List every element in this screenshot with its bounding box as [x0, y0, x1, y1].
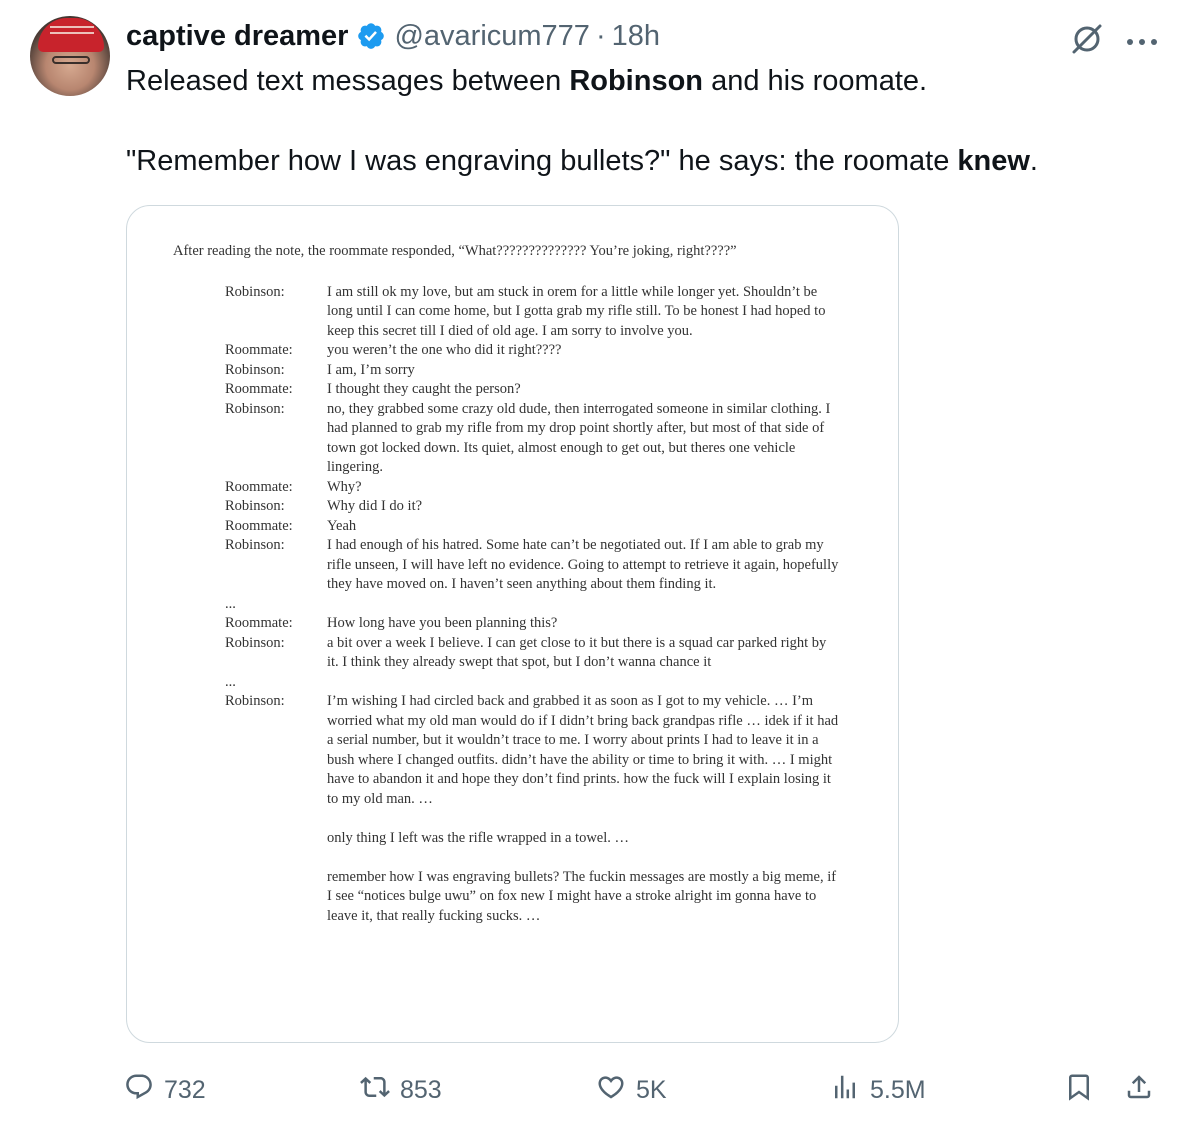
more-options-icon[interactable]: [1124, 34, 1160, 45]
message-text: no, they grabbed some crazy old dude, th…: [327, 400, 831, 476]
message-row: Roommate: How long have you been planning…: [173, 614, 863, 634]
like-button[interactable]: 5K: [596, 1066, 667, 1114]
message-row: Robinson: Why did I do it?: [173, 497, 863, 517]
tweet-text: Released text messages between Robinson …: [126, 64, 1166, 179]
message-text: I am, I’m sorry: [327, 361, 415, 378]
message-row: Robinson: I am still ok my love, but am s…: [173, 283, 863, 342]
message-text: How long have you been planning this?: [327, 615, 558, 631]
tweet-text-segment: .: [1029, 145, 1038, 177]
message-text: Yeah: [327, 517, 357, 534]
attached-document-image[interactable]: After reading the note, the roommate res…: [126, 205, 899, 1043]
message-speaker: Robinson:: [225, 537, 285, 553]
share-icon: [1124, 1072, 1154, 1109]
views-count: 5.5M: [870, 1075, 926, 1104]
tweet-text-line-2: "Remember how I was engraving bullets?" …: [126, 144, 1166, 179]
message-speaker: Robinson:: [225, 634, 285, 651]
reply-button[interactable]: 732: [124, 1066, 206, 1114]
message-text: Why?: [327, 478, 362, 495]
message-speaker: Roommate:: [225, 342, 293, 358]
bold-text: Robinson: [569, 65, 704, 97]
bookmark-icon: [1064, 1072, 1094, 1109]
message-text: I’m wishing I had circled back and grabb…: [327, 693, 839, 807]
tweet-text-segment: and his roomate.: [703, 65, 928, 97]
repost-button[interactable]: 853: [360, 1066, 442, 1114]
avatar-hat: [38, 18, 104, 52]
message-text: a bit over a week I believe. I can get c…: [327, 634, 827, 671]
message-text: I had enough of his hatred. Some hate ca…: [327, 537, 839, 592]
message-speaker: [173, 829, 327, 849]
message-speaker: Robinson:: [225, 400, 285, 417]
author-avatar[interactable]: [30, 16, 110, 96]
message-list: Robinson: I am still ok my love, but am s…: [173, 283, 863, 927]
avatar-hat-lettering: [50, 26, 94, 34]
grok-icon[interactable]: [1070, 22, 1104, 56]
message-text: I thought they caught the person?: [327, 381, 521, 397]
message-speaker: Roommate:: [225, 517, 293, 534]
views-button[interactable]: 5.5M: [830, 1066, 926, 1114]
message-speaker: Roommate:: [225, 381, 293, 397]
avatar-glasses: [52, 56, 90, 64]
separator-dot: ·: [595, 19, 606, 52]
message-speaker: [173, 868, 327, 927]
tweet-header: captive dreamer @avaricum777 · 18h: [126, 18, 660, 54]
message-text: you weren’t the one who did it right????: [327, 342, 562, 358]
reply-icon: [124, 1072, 154, 1109]
message-speaker: Roommate:: [225, 615, 293, 631]
message-ellipsis: ...: [225, 673, 236, 690]
message-row: Robinson: a bit over a week I believe. I …: [173, 634, 863, 673]
message-row: Roommate: Yeah: [173, 517, 863, 537]
message-text: only thing I left was the rifle wrapped …: [327, 829, 630, 846]
author-handle[interactable]: @avaricum777: [394, 20, 589, 53]
message-row: Robinson: I am, I’m sorry: [173, 361, 863, 381]
action-bar: 732 853 5K 5.5M: [124, 1066, 1164, 1114]
message-speaker: Robinson:: [225, 498, 285, 514]
repost-count: 853: [400, 1075, 442, 1104]
message-row: remember how I was engraving bullets? Th…: [173, 868, 863, 927]
message-speaker: Robinson:: [225, 361, 285, 378]
message-row: Roommate: Why?: [173, 478, 863, 498]
message-row: Roommate: I thought they caught the perso…: [173, 380, 863, 400]
message-text: remember how I was engraving bullets? Th…: [327, 868, 837, 924]
tweet-text-line-1: Released text messages between Robinson …: [126, 64, 1166, 99]
message-speaker: Robinson:: [225, 693, 285, 709]
bookmark-button[interactable]: [1064, 1066, 1094, 1114]
message-speaker: Robinson:: [225, 283, 285, 300]
tweet-timestamp[interactable]: 18h: [612, 20, 660, 53]
message-speaker: Roommate:: [225, 478, 293, 495]
message-ellipsis: ...: [225, 595, 236, 612]
verified-badge-icon[interactable]: [356, 21, 386, 51]
document-intro: After reading the note, the roommate res…: [173, 243, 737, 259]
tweet: captive dreamer @avaricum777 · 18h Relea…: [0, 0, 1196, 1134]
tweet-text-segment: "Remember how I was engraving bullets?" …: [126, 145, 958, 177]
like-count: 5K: [636, 1075, 667, 1104]
message-text: I am still ok my love, but am stuck in o…: [327, 283, 826, 339]
message-text: Why did I do it?: [327, 498, 423, 514]
tweet-text-segment: Released text messages between: [126, 65, 570, 97]
message-row: only thing I left was the rifle wrapped …: [173, 829, 863, 849]
reply-count: 732: [164, 1075, 206, 1104]
message-row: Robinson: I had enough of his hatred. Som…: [173, 536, 863, 595]
document-transcript: After reading the note, the roommate res…: [173, 242, 863, 926]
author-display-name[interactable]: captive dreamer: [126, 20, 348, 53]
message-row: Robinson: no, they grabbed some crazy old…: [173, 400, 863, 478]
message-row: Robinson: I’m wishing I had circled back …: [173, 692, 863, 809]
heart-icon: [596, 1072, 626, 1109]
message-row: Roommate: you weren’t the one who did it …: [173, 341, 863, 361]
views-chart-icon: [830, 1072, 860, 1109]
share-button[interactable]: [1124, 1066, 1154, 1114]
bold-text: knew: [957, 145, 1030, 177]
repost-icon: [360, 1072, 390, 1109]
